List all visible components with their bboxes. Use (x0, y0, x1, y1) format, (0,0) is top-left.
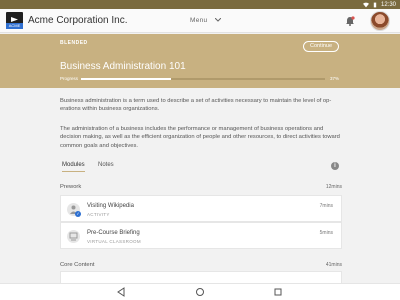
avatar[interactable] (370, 11, 390, 31)
section-header-core-content: Core Content 41mins (60, 262, 342, 268)
completed-check-icon: ✓ (75, 211, 81, 217)
module-type: ACTIVITY (87, 212, 110, 217)
system-navigation-bar (0, 283, 400, 300)
company-logo[interactable]: ACME (6, 12, 23, 29)
home-icon[interactable] (195, 287, 205, 297)
logo-text: ACME (6, 23, 23, 29)
module-item-partial[interactable] (60, 271, 342, 283)
battery-icon (373, 2, 377, 7)
recents-icon[interactable] (273, 287, 283, 297)
section-duration: 41mins (325, 262, 342, 268)
tab-bar: Modules Notes (60, 162, 342, 174)
course-type-tag: BLENDED (60, 40, 88, 46)
course-title: Business Administration 101 (60, 61, 186, 72)
company-name: Acme Corporation Inc. (28, 15, 128, 26)
bell-icon[interactable] (345, 16, 355, 26)
progress-bar (81, 78, 325, 80)
tab-modules[interactable]: Modules (62, 162, 85, 172)
module-item[interactable]: Pre-Course Briefing VIRTUAL CLASSROOM 5m… (60, 222, 342, 249)
module-duration: 5mins (319, 230, 333, 236)
module-duration: 7mins (319, 203, 333, 209)
status-time: 12:30 (380, 1, 396, 8)
app-bar: ACME Acme Corporation Inc. Menu (0, 9, 400, 33)
continue-button[interactable]: Continue (303, 41, 339, 52)
module-item[interactable]: ✓ Visiting Wikipedia ACTIVITY 7mins (60, 195, 342, 222)
section-duration: 12mins (325, 184, 342, 190)
chevron-down-icon (214, 18, 221, 22)
status-bar: 12:30 (0, 0, 400, 9)
progress-percent: 37% (330, 76, 340, 81)
course-hero: BLENDED Continue Business Administration… (0, 34, 400, 88)
wifi-icon (362, 2, 369, 7)
module-icon-bg (67, 230, 80, 243)
menu-label: Menu (190, 17, 208, 24)
tab-notes[interactable]: Notes (98, 162, 114, 168)
section-title: Core Content (60, 262, 95, 268)
module-title: Pre-Course Briefing (87, 230, 140, 236)
course-description-2: The administration of a business include… (60, 126, 340, 149)
back-icon[interactable] (116, 287, 126, 297)
course-description-1: Business administration is a term used t… (60, 98, 332, 113)
module-title: Visiting Wikipedia (87, 203, 134, 209)
progress-label: Progress (60, 76, 79, 81)
module-type: VIRTUAL CLASSROOM (87, 239, 141, 244)
menu-dropdown[interactable]: Menu (190, 17, 221, 24)
presentation-icon (69, 232, 78, 241)
progress-fill (81, 78, 172, 80)
section-header-prework: Prework 12mins (60, 184, 342, 190)
section-title: Prework (60, 184, 82, 190)
info-icon[interactable]: i (331, 162, 339, 170)
